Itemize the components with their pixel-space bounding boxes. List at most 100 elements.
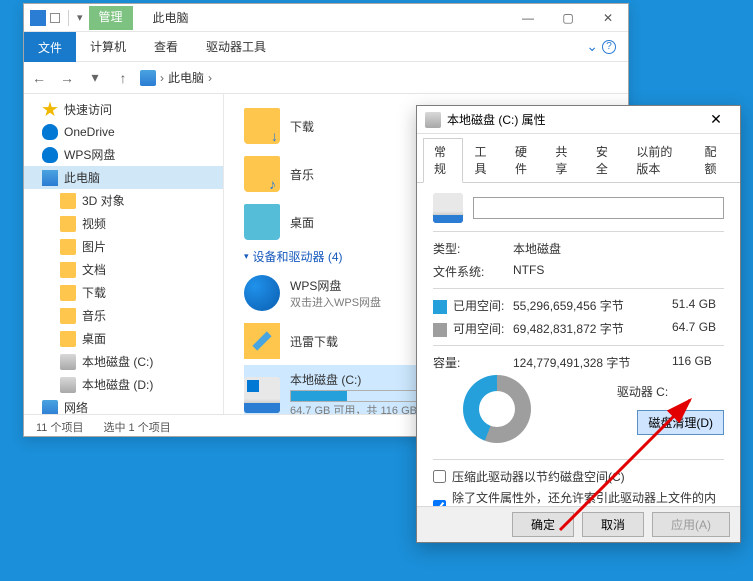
drive-subtext: 64.7 GB 可用，共 116 GB: [290, 402, 420, 414]
ribbon-tab-computer[interactable]: 计算机: [76, 32, 140, 61]
nav-tree[interactable]: 快速访问OneDriveWPS网盘此电脑3D 对象视频图片文档下载音乐桌面本地磁…: [24, 94, 224, 414]
tree-item[interactable]: OneDrive: [24, 121, 223, 143]
cloud-icon: [42, 147, 58, 163]
status-selection: 选中 1 个项目: [103, 419, 170, 435]
type-value: 本地磁盘: [513, 240, 724, 257]
window-title: 此电脑: [133, 9, 508, 26]
status-item-count: 11 个项目: [36, 419, 83, 435]
folder-icon: [60, 216, 76, 232]
properties-dialog: 本地磁盘 (C:) 属性 ✕ 常规工具硬件共享安全以前的版本配额 类型: 本地磁…: [416, 105, 741, 543]
folder-label: 音乐: [290, 166, 314, 183]
disk-cleanup-button[interactable]: 磁盘清理(D): [637, 410, 724, 435]
tree-item-label: 下载: [82, 284, 106, 301]
dialog-tab[interactable]: 硬件: [504, 138, 544, 182]
disk-icon: [60, 377, 76, 393]
free-swatch-icon: [433, 323, 447, 337]
tree-item[interactable]: 图片: [24, 235, 223, 258]
maximize-button[interactable]: ▢: [548, 4, 588, 32]
nav-forward-button[interactable]: →: [56, 67, 78, 89]
ribbon-tab-file[interactable]: 文件: [24, 32, 76, 62]
used-gb: 51.4 GB: [672, 297, 724, 314]
tree-item-label: WPS网盘: [64, 146, 115, 163]
tree-item-label: OneDrive: [64, 125, 115, 139]
ribbon-tab-drive-tools[interactable]: 驱动器工具: [192, 32, 280, 61]
capacity-bytes: 124,779,491,328 字节: [513, 354, 672, 371]
dialog-tab[interactable]: 以前的版本: [625, 138, 693, 182]
folder-icon: [244, 108, 280, 144]
tree-item[interactable]: 音乐: [24, 304, 223, 327]
help-button[interactable]: ⌄ ?: [574, 32, 628, 61]
used-label: 已用空间:: [453, 299, 504, 313]
dialog-tab[interactable]: 安全: [585, 138, 625, 182]
tree-item[interactable]: 网络: [24, 396, 223, 414]
drive-label: WPS网盘: [290, 277, 381, 294]
nav-back-button[interactable]: ←: [28, 67, 50, 89]
breadcrumb-label: 此电脑: [168, 69, 204, 86]
tree-item[interactable]: 本地磁盘 (D:): [24, 373, 223, 396]
dialog-tab[interactable]: 常规: [423, 138, 463, 183]
compress-label: 压缩此驱动器以节约磁盘空间(C): [452, 468, 625, 485]
used-bytes: 55,296,659,456 字节: [513, 297, 672, 314]
tree-item[interactable]: 视频: [24, 212, 223, 235]
folder-label: 桌面: [290, 214, 314, 231]
dialog-close-button[interactable]: ✕: [700, 111, 732, 128]
drive-letter-label: 驱动器 C:: [617, 383, 668, 400]
drive-icon: [244, 275, 280, 311]
folder-icon: [60, 331, 76, 347]
nav-history-button[interactable]: ▾: [84, 67, 106, 89]
tree-item-label: 网络: [64, 399, 88, 414]
tree-item[interactable]: 3D 对象: [24, 189, 223, 212]
dialog-body: 类型: 本地磁盘 文件系统: NTFS 已用空间: 55,296,659,456…: [417, 183, 740, 529]
nav-up-button[interactable]: ↑: [112, 67, 134, 89]
folder-icon: [60, 193, 76, 209]
dialog-tab[interactable]: 工具: [463, 138, 503, 182]
compress-checkbox-row[interactable]: 压缩此驱动器以节约磁盘空间(C): [433, 468, 724, 485]
dialog-tab[interactable]: 配额: [694, 138, 734, 182]
breadcrumb-icon: [140, 70, 156, 86]
explorer-titlebar[interactable]: ▾ 管理 此电脑 — ▢ ✕: [24, 4, 628, 32]
qat-item-icon[interactable]: [50, 13, 60, 23]
volume-icon: [433, 193, 463, 223]
folder-label: 下载: [290, 118, 314, 135]
minimize-button[interactable]: —: [508, 4, 548, 32]
ribbon-tab-manage-group[interactable]: 管理: [89, 6, 133, 30]
volume-name-input[interactable]: [473, 197, 724, 219]
disk-icon: [60, 354, 76, 370]
type-label: 类型:: [433, 240, 513, 257]
drive-icon: [244, 377, 280, 413]
drive-label: 本地磁盘 (C:): [290, 371, 420, 388]
tree-item-label: 快速访问: [64, 101, 112, 118]
usage-pie-chart: [463, 375, 531, 443]
tree-item-label: 音乐: [82, 307, 106, 324]
tree-item-label: 视频: [82, 215, 106, 232]
folder-icon: [244, 156, 280, 192]
dialog-titlebar[interactable]: 本地磁盘 (C:) 属性 ✕: [417, 106, 740, 134]
tree-item[interactable]: 桌面: [24, 327, 223, 350]
drive-subtext: 双击进入WPS网盘: [290, 294, 381, 310]
folder-icon: [60, 262, 76, 278]
tree-item[interactable]: 文档: [24, 258, 223, 281]
tree-item[interactable]: WPS网盘: [24, 143, 223, 166]
tree-item-label: 本地磁盘 (D:): [82, 376, 153, 393]
used-swatch-icon: [433, 300, 447, 314]
breadcrumb[interactable]: › 此电脑 ›: [140, 69, 212, 86]
ok-button[interactable]: 确定: [512, 512, 574, 537]
cancel-button[interactable]: 取消: [582, 512, 644, 537]
tree-item[interactable]: 此电脑: [24, 166, 223, 189]
tree-item[interactable]: 本地磁盘 (C:): [24, 350, 223, 373]
apply-button[interactable]: 应用(A): [652, 512, 730, 537]
qat-dropdown-icon[interactable]: ▾: [77, 11, 83, 24]
tree-item[interactable]: 下载: [24, 281, 223, 304]
divider: [68, 10, 69, 26]
folder-icon: [60, 285, 76, 301]
tree-item[interactable]: 快速访问: [24, 98, 223, 121]
compress-checkbox[interactable]: [433, 470, 446, 483]
close-button[interactable]: ✕: [588, 4, 628, 32]
free-gb: 64.7 GB: [672, 320, 724, 337]
usage-bar: [290, 390, 420, 402]
dialog-footer: 确定 取消 应用(A): [417, 506, 740, 542]
ribbon-tab-view[interactable]: 查看: [140, 32, 192, 61]
tree-item-label: 图片: [82, 238, 106, 255]
net-icon: [42, 400, 58, 415]
dialog-tab[interactable]: 共享: [544, 138, 584, 182]
